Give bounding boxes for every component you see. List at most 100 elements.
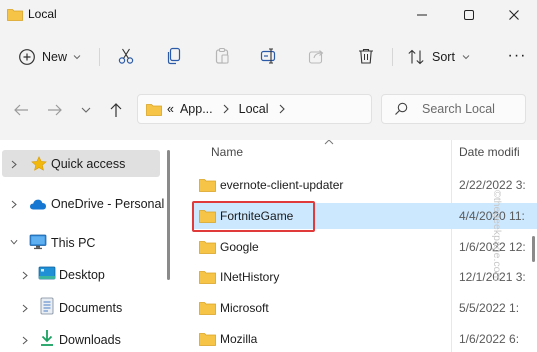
breadcrumb-appdata[interactable]: App... [180,102,213,116]
file-row-google[interactable]: Google 1/6/2022 12: [192,234,537,260]
file-row-mozilla[interactable]: Mozilla 1/6/2022 6: [192,326,537,352]
nav-item-desktop[interactable]: Desktop [2,261,160,288]
file-name: INetHistory [220,270,280,284]
arrow-right-icon [48,104,62,116]
copy-icon [167,47,181,65]
address-bar[interactable]: « App... Local [137,94,372,124]
share-icon [308,50,324,64]
up-button[interactable] [106,100,126,120]
nav-item-quick-access[interactable]: Quick access [2,150,160,177]
sort-button-label: Sort [432,50,455,64]
folder-icon [7,9,23,21]
download-icon [38,330,56,346]
monitor-icon [29,234,47,250]
arrow-up-icon [110,103,122,117]
file-name: Google [220,240,259,254]
breadcrumb-overflow[interactable]: « [167,102,174,116]
folder-icon [199,271,216,284]
window-title: Local [28,7,57,21]
rename-button[interactable] [259,46,279,66]
breadcrumb-local[interactable]: Local [239,102,269,116]
chevron-right-icon[interactable] [21,270,29,280]
file-explorer-window: Local New Sort ··· « App... Local Search… [0,0,537,352]
nav-item-label: Quick access [51,157,126,171]
file-name: Microsoft [220,301,269,315]
chevron-right-icon[interactable] [278,104,286,114]
forward-button[interactable] [45,100,65,120]
copy-button[interactable] [164,46,184,66]
folder-icon [199,333,216,346]
watermark: ©thegeekpage.com [491,190,503,282]
rename-icon [260,48,276,64]
more-options-button[interactable]: ··· [505,46,529,66]
search-box[interactable]: Search Local [381,94,526,124]
file-row-evernote-client-updater[interactable]: evernote-client-updater 2/22/2022 3: [192,172,537,198]
paste-icon [215,47,229,64]
navigation-bar: « App... Local Search Local [0,88,537,132]
star-icon [30,155,48,171]
close-button[interactable] [491,0,537,30]
sort-icon [408,49,424,65]
navigation-pane: Quick access OneDrive - Personal This PC… [0,140,170,352]
close-icon [509,10,519,20]
file-name: Mozilla [220,332,258,346]
file-name: evernote-client-updater [220,178,344,192]
highlight-annotation [192,201,315,232]
chevron-right-icon[interactable] [21,303,29,313]
cut-icon [118,48,134,64]
search-placeholder: Search Local [422,102,495,116]
nav-item-documents[interactable]: Documents [2,294,160,321]
plus-circle-icon [19,49,35,65]
command-bar: New Sort ··· [0,38,537,76]
delete-icon [359,48,373,64]
file-date: 5/5/2022 1: [459,301,520,315]
nav-item-label: Downloads [59,333,121,347]
cloud-icon [29,196,47,212]
share-button[interactable] [307,46,327,66]
chevron-down-icon[interactable] [10,237,18,247]
nav-item-label: Documents [59,301,123,315]
cut-button[interactable] [116,46,136,66]
chevron-down-icon [81,107,91,113]
toolbar-divider [392,48,393,66]
file-list: Name Date modifi evernote-client-updater… [176,140,537,352]
content-area: Quick access OneDrive - Personal This PC… [0,140,537,352]
toolbar-divider [99,48,100,66]
delete-button[interactable] [356,46,376,66]
paste-button[interactable] [212,46,232,66]
chevron-right-icon[interactable] [10,159,18,169]
arrow-left-icon [14,104,28,116]
nav-item-downloads[interactable]: Downloads [2,326,160,352]
recent-locations-button[interactable] [76,100,96,120]
nav-item-this-pc[interactable]: This PC [2,229,160,256]
sort-button[interactable]: Sort [407,44,470,70]
file-row-inethistory[interactable]: INetHistory 12/1/2021 3: [192,264,537,290]
title-bar: Local [0,0,537,30]
column-header-name[interactable]: Name [211,145,243,159]
minimize-button[interactable] [399,0,445,30]
maximize-button[interactable] [446,0,492,30]
folder-icon [199,241,216,254]
new-button-label: New [42,50,68,64]
back-button[interactable] [11,100,31,120]
nav-pane-scrollbar[interactable] [167,150,170,280]
chevron-down-icon [73,55,81,60]
file-row-microsoft[interactable]: Microsoft 5/5/2022 1: [192,295,537,321]
chevron-right-icon[interactable] [222,104,230,114]
nav-item-onedrive[interactable]: OneDrive - Personal [2,190,164,217]
desktop-icon [38,266,56,282]
chevron-right-icon[interactable] [10,199,18,209]
folder-icon [199,179,216,192]
chevron-down-icon [462,55,470,60]
documents-icon [38,297,56,315]
column-header-date-modified[interactable]: Date modifi [459,145,520,159]
search-icon [395,102,408,115]
nav-item-label: Desktop [59,268,105,282]
new-button[interactable]: New [18,44,81,70]
maximize-icon [464,10,474,20]
file-list-scrollbar[interactable] [532,236,535,262]
chevron-right-icon[interactable] [21,335,29,345]
sort-ascending-icon [324,140,334,145]
file-date: 1/6/2022 6: [459,332,520,346]
nav-item-label: This PC [51,236,96,250]
